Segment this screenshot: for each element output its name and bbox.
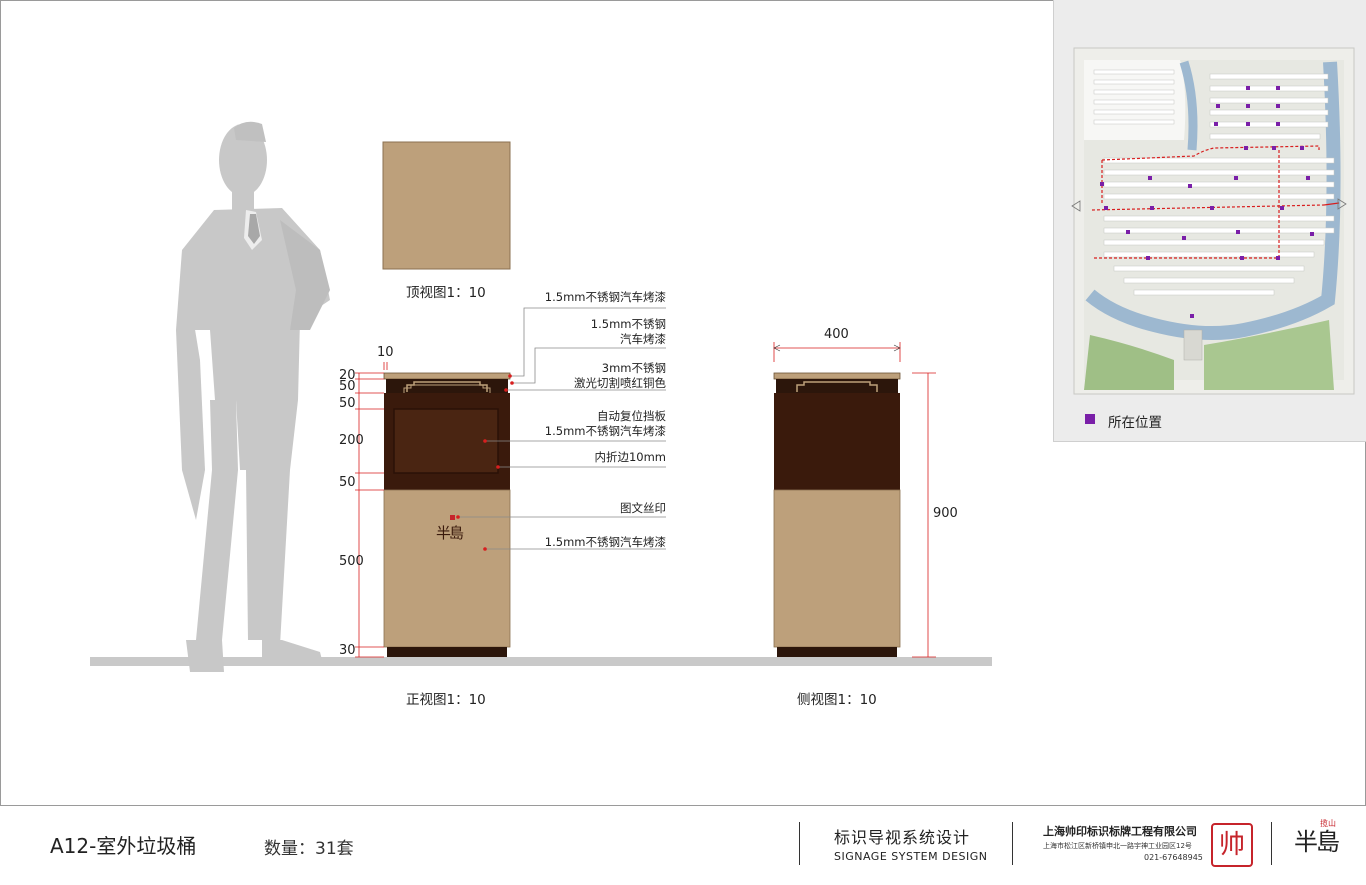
- footer-divider-1: [799, 822, 800, 865]
- site-map-panel: [1053, 0, 1366, 442]
- annotation-2-line1: 1.5mm不锈钢: [590, 317, 666, 331]
- site-plan-map: [1071, 47, 1355, 395]
- quantity: 数量：31套: [264, 839, 354, 859]
- annotation-5: 内折边10mm: [594, 450, 666, 464]
- annotation-4-line2: 1.5mm不锈钢汽车烤漆: [544, 424, 666, 438]
- annotation-2-line2: 汽车烤漆: [620, 332, 666, 346]
- footer-divider-3: [1271, 822, 1272, 865]
- company-address: 上海市松江区新桥镇申北一路宇神工业园区12号: [1043, 842, 1192, 850]
- brand-logo: 半島: [1294, 828, 1340, 856]
- company-name: 上海帅印标识标牌工程有限公司: [1043, 825, 1197, 838]
- drawing-code: A12-室外垃圾桶: [50, 834, 197, 858]
- dim-width-front: 10: [377, 345, 394, 360]
- legend-location-swatch: [1085, 414, 1095, 424]
- dim-height-7: 30: [339, 643, 356, 658]
- annotation-7: 1.5mm不锈钢汽车烤漆: [544, 535, 666, 549]
- top-view-shape: [382, 141, 511, 270]
- bin-logo: 半島: [436, 524, 464, 542]
- dim-height-4: 200: [339, 433, 364, 448]
- company-seal-logo: 帅: [1211, 823, 1253, 867]
- annotation-1: 1.5mm不锈钢汽车烤漆: [544, 290, 666, 304]
- dim-height-2: 50: [339, 379, 356, 394]
- dim-height-side: 900: [933, 506, 958, 521]
- legend-location-label: 所在位置: [1108, 415, 1162, 431]
- top-view-caption: 顶视图1：10: [406, 285, 486, 301]
- annotation-2: 1.5mm不锈钢 汽车烤漆: [591, 317, 666, 347]
- footer-divider-2: [1012, 822, 1013, 865]
- system-title-cn: 标识导视系统设计: [834, 828, 971, 847]
- dim-width-side: 400: [824, 327, 849, 342]
- dim-height-3: 50: [339, 396, 356, 411]
- human-silhouette: [176, 121, 330, 672]
- annotation-6: 图文丝印: [620, 501, 666, 515]
- company-phone: 021-67648945: [1144, 853, 1203, 862]
- dim-height-5: 50: [339, 475, 356, 490]
- annotation-3-line1: 3mm不锈钢: [601, 361, 666, 375]
- front-view-bin: [383, 372, 511, 657]
- side-view-bin: [773, 372, 901, 657]
- annotation-3-line2: 激光切割喷红铜色: [574, 376, 666, 390]
- system-title-en: SIGNAGE SYSTEM DESIGN: [834, 850, 988, 863]
- dim-height-6: 500: [339, 554, 364, 569]
- ground-line: [90, 657, 992, 666]
- side-view-caption: 侧视图1：10: [797, 692, 877, 708]
- front-view-caption: 正视图1：10: [406, 692, 486, 708]
- annotation-4: 自动复位挡板 1.5mm不锈钢汽车烤漆: [545, 409, 666, 439]
- annotation-3: 3mm不锈钢 激光切割喷红铜色: [574, 361, 666, 391]
- annotation-4-line1: 自动复位挡板: [597, 409, 666, 423]
